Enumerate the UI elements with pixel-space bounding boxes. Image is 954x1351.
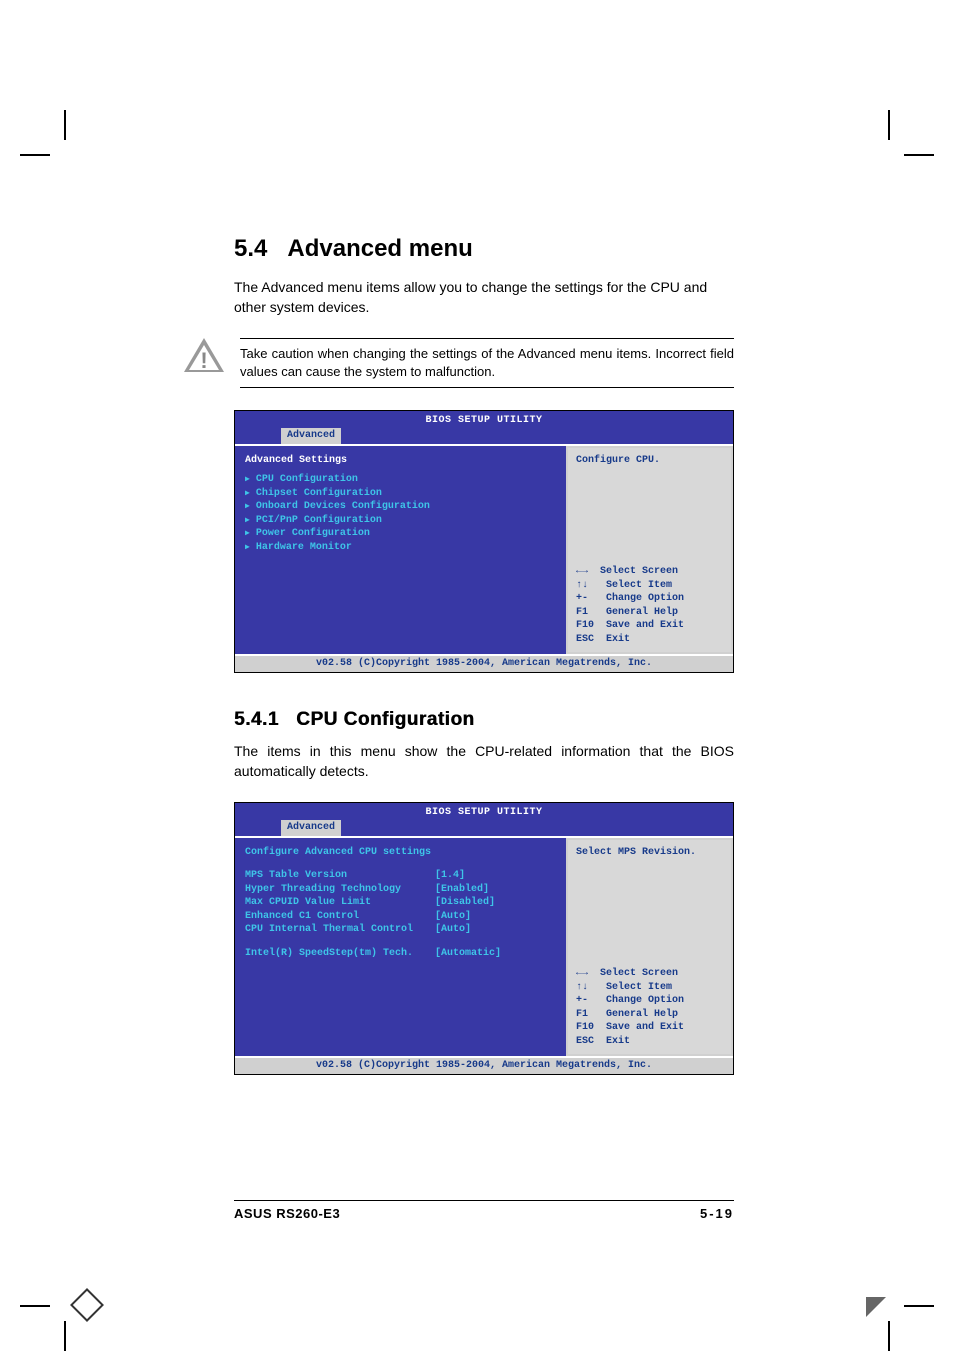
bios-left-heading: Advanced Settings — [245, 454, 556, 468]
bios-setting-row: CPU Internal Thermal Control[Auto] — [245, 923, 556, 937]
bios-setting-label: Max CPUID Value Limit — [245, 896, 435, 910]
subsection-number: 5.4.1 — [234, 709, 279, 730]
subsection-intro: The items in this menu show the CPU-rela… — [234, 741, 734, 782]
bios-setting-value: [Auto] — [435, 910, 471, 924]
bios-setting-label: MPS Table Version — [245, 869, 435, 883]
bios-help-text: Select MPS Revision. — [576, 846, 723, 860]
bios-menu-item: Power Configuration — [245, 527, 556, 541]
bios-title: BIOS SETUP UTILITY — [235, 803, 733, 821]
bios-setting-value: [Automatic] — [435, 947, 501, 961]
bios-menu-item: PCI/PnP Configuration — [245, 514, 556, 528]
bios-setting-value: [Enabled] — [435, 883, 489, 897]
bios-setting-label: Hyper Threading Technology — [245, 883, 435, 897]
bios-footer: v02.58 (C)Copyright 1985-2004, American … — [235, 654, 733, 672]
section-intro: The Advanced menu items allow you to cha… — [234, 277, 734, 318]
bios-setting-value: [Disabled] — [435, 896, 495, 910]
bios-left-heading: Configure Advanced CPU settings — [245, 846, 556, 860]
bios-footer: v02.58 (C)Copyright 1985-2004, American … — [235, 1056, 733, 1074]
bios-title: BIOS SETUP UTILITY — [235, 411, 733, 429]
section-number: 5.4 — [234, 235, 267, 262]
bios-menu-item: Hardware Monitor — [245, 541, 556, 555]
section-title-text: Advanced menu — [287, 235, 472, 262]
bios-setting-row: MPS Table Version[1.4] — [245, 869, 556, 883]
bios-screenshot-cpu-config: BIOS SETUP UTILITY Advanced Configure Ad… — [234, 802, 734, 1075]
bios-menu-item: Chipset Configuration — [245, 487, 556, 501]
footer-product: ASUS RS260-E3 — [234, 1206, 340, 1221]
bios-setting-row: Intel(R) SpeedStep(tm) Tech.[Automatic] — [245, 947, 556, 961]
bios-nav-help: ←→ Select Screen ↑↓ Select Item +- Chang… — [576, 967, 723, 1048]
bios-menu-item: Onboard Devices Configuration — [245, 500, 556, 514]
bios-setting-label: Enhanced C1 Control — [245, 910, 435, 924]
bios-help-text: Configure CPU. — [576, 454, 723, 468]
bios-setting-row: Hyper Threading Technology[Enabled] — [245, 883, 556, 897]
bios-setting-label: CPU Internal Thermal Control — [245, 923, 435, 937]
page-footer: ASUS RS260-E3 5-19 — [234, 1200, 734, 1221]
bios-setting-label: Intel(R) SpeedStep(tm) Tech. — [245, 947, 435, 961]
subsection-heading: 5.4.1 CPU Configuration — [234, 709, 734, 731]
caution-icon: ! — [184, 338, 224, 374]
caution-box: ! Take caution when changing the setting… — [184, 338, 734, 388]
caution-text: Take caution when changing the settings … — [240, 338, 734, 388]
bios-nav-help: ←→ Select Screen ↑↓ Select Item +- Chang… — [576, 565, 723, 646]
bios-setting-value: [1.4] — [435, 869, 465, 883]
bios-tab-advanced: Advanced — [281, 820, 341, 836]
subsection-title-text: CPU Configuration — [296, 709, 474, 730]
bios-setting-row: Enhanced C1 Control[Auto] — [245, 910, 556, 924]
bios-screenshot-advanced: BIOS SETUP UTILITY Advanced Advanced Set… — [234, 410, 734, 673]
bios-setting-row: Max CPUID Value Limit[Disabled] — [245, 896, 556, 910]
bios-setting-value: [Auto] — [435, 923, 471, 937]
bios-tab-advanced: Advanced — [281, 428, 341, 444]
bios-menu-item: CPU Configuration — [245, 473, 556, 487]
footer-page-number: 5-19 — [700, 1206, 734, 1221]
section-heading: 5.4 Advanced menu — [234, 235, 734, 263]
